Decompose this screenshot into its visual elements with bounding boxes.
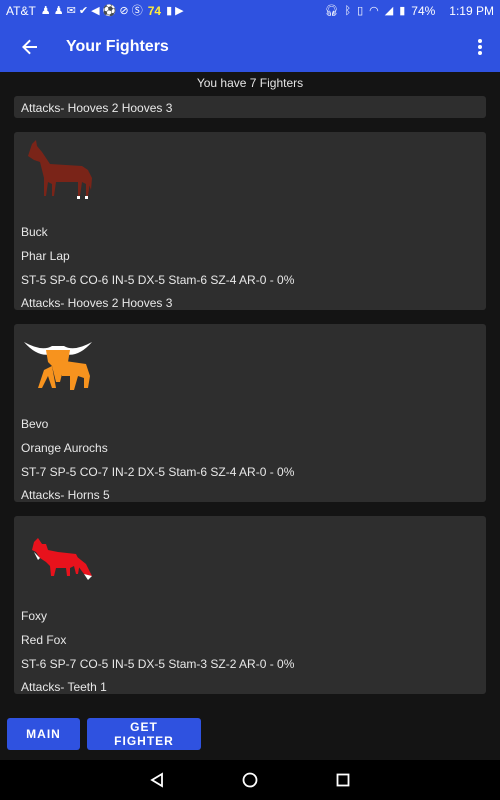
arrow-back-icon	[22, 39, 37, 55]
nav-recents-button[interactable]	[323, 760, 363, 800]
fighters-count: You have 7 Fighters	[196, 76, 304, 90]
more-vert-icon	[478, 39, 482, 55]
fighter-stats: ST-7 SP-5 CO-7 IN-2 DX-5 Stam-6 SZ-4 AR-…	[21, 465, 295, 479]
notification-icons: ♟ ♟ ✉ ✔ ◀ ⚽ ⊘ Ⓢ	[40, 4, 143, 17]
sd-card-icon: ▮ ▶	[166, 4, 184, 17]
overflow-menu-button[interactable]	[460, 22, 500, 72]
longhorn-image	[24, 342, 92, 390]
fighter-attacks: Attacks- Hooves 2 Hooves 3	[21, 296, 173, 310]
vibrate-icon: ▯	[357, 4, 364, 17]
app-bar: Your Fighters	[0, 22, 500, 72]
fighter-attacks: Attacks- Teeth 1	[21, 680, 107, 694]
headphones-icon: 🎧︎	[324, 4, 339, 17]
fighter-name: Buck	[21, 225, 48, 239]
fighter-breed: Phar Lap	[21, 249, 70, 263]
bottom-action-bar: MAIN GET FIGHTER	[0, 707, 500, 760]
bluetooth-icon: ᛒ	[344, 4, 352, 17]
back-button[interactable]	[0, 22, 60, 72]
battery-percent: 74%	[411, 4, 436, 18]
system-navigation-bar	[0, 760, 500, 800]
page-title: Your Fighters	[66, 38, 169, 55]
fighter-stats: ST-5 SP-6 CO-6 IN-5 DX-5 Stam-6 SZ-4 AR-…	[21, 273, 295, 287]
nav-back-button[interactable]	[137, 760, 177, 800]
fighter-card[interactable]: Attacks- Hooves 2 Hooves 3	[14, 96, 486, 118]
fighter-name: Foxy	[21, 609, 48, 623]
clock: 1:19 PM	[449, 4, 494, 18]
fighter-breed: Orange Aurochs	[21, 441, 108, 455]
fox-image	[32, 538, 92, 580]
nav-home-button[interactable]	[230, 760, 270, 800]
triangle-back-icon	[149, 772, 163, 788]
fighter-name: Bevo	[21, 417, 49, 431]
wifi-icon: ◠	[369, 4, 379, 17]
fighter-attacks: Attacks- Hooves 2 Hooves 3	[21, 101, 173, 115]
fighter-attacks: Attacks- Horns 5	[21, 488, 110, 502]
main-button[interactable]: MAIN	[7, 717, 80, 750]
get-fighter-button[interactable]: GET FIGHTER	[87, 717, 201, 750]
horse-image	[28, 140, 92, 199]
signal-icon: ◢	[384, 4, 394, 17]
circle-home-icon	[242, 772, 258, 788]
fighter-breed: Red Fox	[21, 633, 67, 647]
battery-icon: ▮	[399, 4, 406, 17]
fighter-stats: ST-6 SP-7 CO-5 IN-5 DX-5 Stam-3 SZ-2 AR-…	[21, 657, 295, 671]
carrier-label: AT&T	[6, 4, 36, 18]
fighter-card[interactable]: Bevo Orange Aurochs ST-7 SP-5 CO-7 IN-2 …	[14, 324, 486, 502]
fighter-card[interactable]: Buck Phar Lap ST-5 SP-6 CO-6 IN-5 DX-5 S…	[14, 132, 486, 310]
fighter-card[interactable]: Foxy Red Fox ST-6 SP-7 CO-5 IN-5 DX-5 St…	[14, 516, 486, 694]
fighters-list[interactable]: You have 7 Fighters Attacks- Hooves 2 Ho…	[0, 72, 500, 707]
status-bar: AT&T ♟ ♟ ✉ ✔ ◀ ⚽ ⊘ Ⓢ 74 ▮ ▶ 🎧︎ ᛒ ▯ ◠ ◢ ▮…	[0, 0, 500, 22]
notification-badge-number: 74	[147, 4, 162, 18]
square-recents-icon	[336, 773, 350, 787]
